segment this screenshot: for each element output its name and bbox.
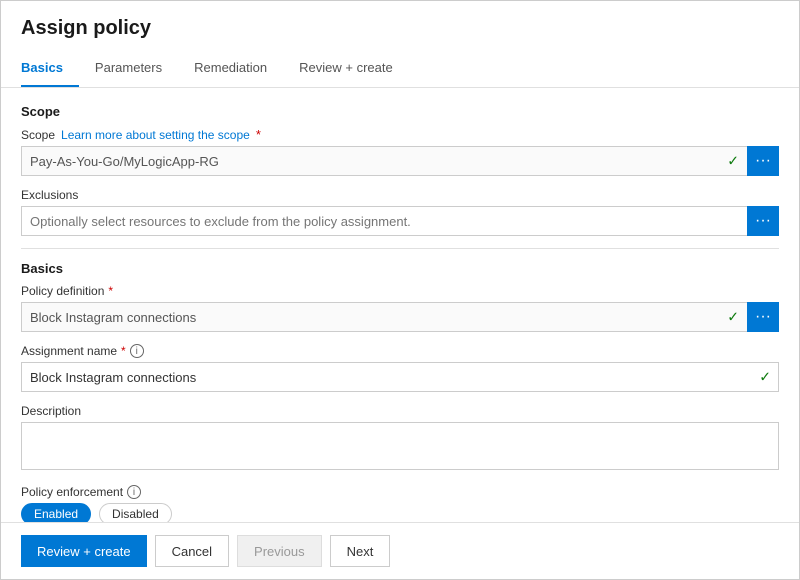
policy-def-required: * — [108, 284, 113, 298]
scope-field-group: Scope Learn more about setting the scope… — [21, 127, 779, 176]
tab-remediation[interactable]: Remediation — [194, 52, 283, 87]
page-title: Assign policy — [21, 17, 779, 40]
main-content: Scope Scope Learn more about setting the… — [1, 88, 799, 522]
dialog-footer: Review + create Cancel Previous Next — [1, 522, 799, 579]
enabled-toggle[interactable]: Enabled — [21, 503, 91, 522]
policy-enforcement-info-icon[interactable]: i — [127, 485, 141, 499]
scope-input-wrapper: ✓ — [21, 146, 747, 176]
cancel-button[interactable]: Cancel — [155, 535, 229, 567]
description-label: Description — [21, 404, 779, 418]
tab-bar: Basics Parameters Remediation Review + c… — [21, 52, 779, 87]
policy-enforcement-field-group: Policy enforcement i Enabled Disabled — [21, 485, 779, 522]
assignment-name-required: * — [121, 344, 126, 358]
exclusions-input-row: ··· — [21, 206, 779, 236]
section-divider — [21, 248, 779, 249]
review-create-button[interactable]: Review + create — [21, 535, 147, 567]
assignment-name-field-group: Assignment name * i ✓ — [21, 344, 779, 392]
description-field-group: Description — [21, 404, 779, 473]
assignment-name-label: Assignment name * i — [21, 344, 779, 358]
scope-input-row: ✓ ··· — [21, 146, 779, 176]
policy-definition-field-group: Policy definition * ✓ ··· — [21, 284, 779, 332]
tab-parameters[interactable]: Parameters — [95, 52, 178, 87]
policy-enforcement-label: Policy enforcement i — [21, 485, 779, 499]
policy-enforcement-toggle: Enabled Disabled — [21, 503, 779, 522]
scope-learn-more-link[interactable]: Learn more about setting the scope — [61, 128, 250, 142]
policy-definition-check-icon: ✓ — [727, 309, 739, 326]
scope-check-icon: ✓ — [727, 153, 739, 170]
description-input[interactable] — [21, 422, 779, 470]
assign-policy-dialog: Assign policy Basics Parameters Remediat… — [0, 0, 800, 580]
scope-label: Scope — [21, 128, 55, 142]
tab-review-create[interactable]: Review + create — [299, 52, 409, 87]
assignment-name-wrapper: ✓ — [21, 362, 779, 392]
tab-basics[interactable]: Basics — [21, 52, 79, 87]
scope-required: * — [256, 127, 261, 142]
scope-browse-button[interactable]: ··· — [747, 146, 779, 176]
assignment-name-info-icon[interactable]: i — [130, 344, 144, 358]
policy-definition-input-row: ✓ ··· — [21, 302, 779, 332]
basics-section-title: Basics — [21, 261, 779, 276]
next-button[interactable]: Next — [330, 535, 391, 567]
disabled-toggle[interactable]: Disabled — [99, 503, 172, 522]
exclusions-label: Exclusions — [21, 188, 779, 202]
exclusions-input[interactable] — [21, 206, 747, 236]
assignment-name-check-icon: ✓ — [759, 369, 771, 386]
policy-definition-browse-button[interactable]: ··· — [747, 302, 779, 332]
previous-button[interactable]: Previous — [237, 535, 322, 567]
scope-label-row: Scope Learn more about setting the scope… — [21, 127, 779, 142]
assignment-name-input[interactable] — [21, 362, 779, 392]
scope-section-title: Scope — [21, 104, 779, 119]
exclusions-browse-button[interactable]: ··· — [747, 206, 779, 236]
policy-definition-label: Policy definition * — [21, 284, 779, 298]
exclusions-field-group: Exclusions ··· — [21, 188, 779, 236]
policy-definition-wrapper: ✓ — [21, 302, 747, 332]
scope-input[interactable] — [21, 146, 747, 176]
policy-definition-input[interactable] — [21, 302, 747, 332]
dialog-header: Assign policy Basics Parameters Remediat… — [1, 1, 799, 88]
